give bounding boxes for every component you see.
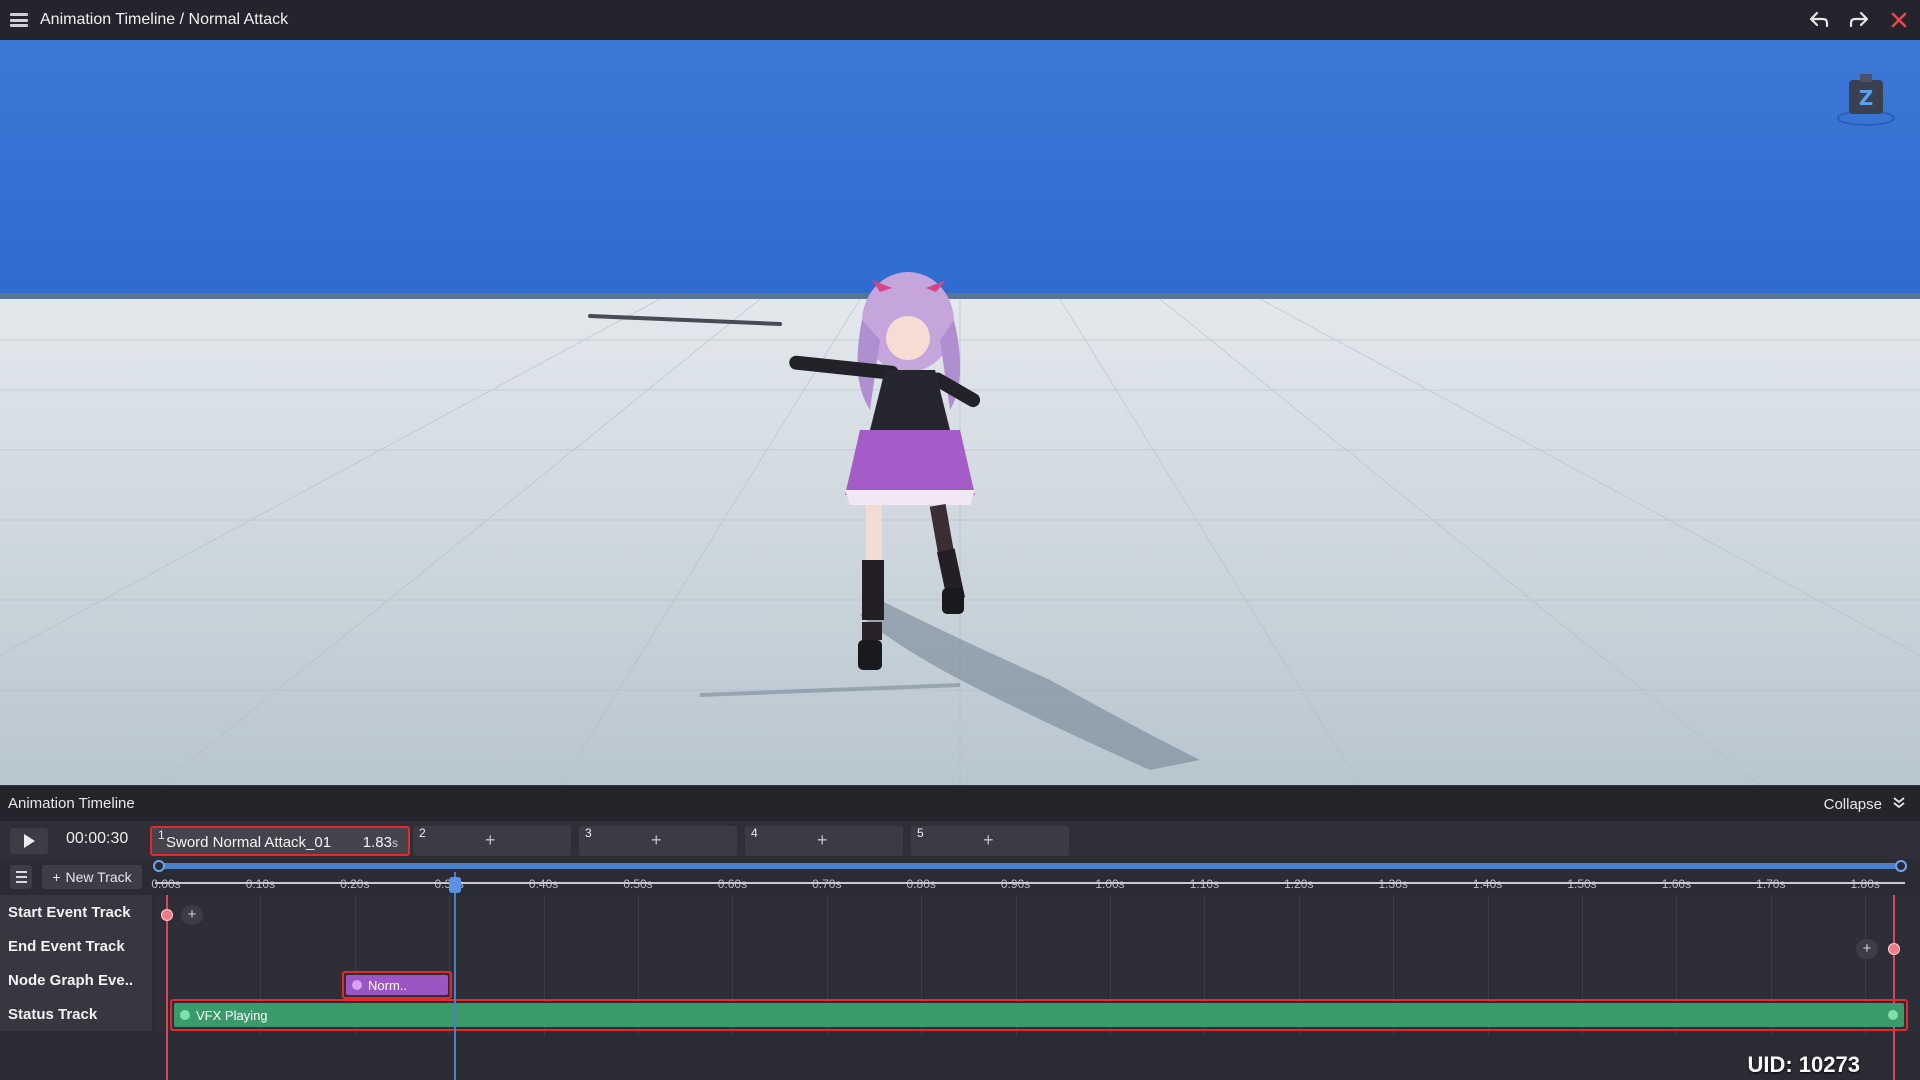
ruler-tick-label: 0.00s [151, 877, 181, 891]
svg-text:Z: Z [1859, 86, 1874, 110]
ruler-tick-label: 1.30s [1378, 877, 1408, 891]
track-area-end-event[interactable] [155, 929, 1920, 963]
track-label-end-event[interactable]: End Event Track [0, 929, 152, 963]
clip-number: 2 [419, 826, 426, 840]
ruler-tick-label: 1.70s [1756, 877, 1786, 891]
ruler-baseline [155, 882, 1905, 884]
clip-tab-5[interactable]: 5 + [911, 826, 1069, 856]
track-label-node-graph[interactable]: Node Graph Eve.. [0, 963, 152, 997]
ruler-tick-label: 0.80s [906, 877, 936, 891]
status-clip-label: VFX Playing [196, 1007, 268, 1023]
menu-icon[interactable] [10, 11, 28, 29]
ruler-tick-label: 1.80s [1850, 877, 1880, 891]
clip-tab-3[interactable]: 3 + [579, 826, 737, 856]
track-label-start-event[interactable]: Start Event Track [0, 895, 152, 929]
ruler-tick-label: 0.70s [812, 877, 842, 891]
ruler-tick-label: 0.60s [717, 877, 748, 891]
clip-number: 5 [917, 826, 924, 840]
timeline-controls-row: + New Track 0.00s0.10s0.20s0.30s0.40s0.5… [0, 859, 1920, 895]
close-icon[interactable] [1888, 9, 1910, 31]
title-bar: Animation Timeline / Normal Attack [0, 0, 1920, 40]
scene-viewport[interactable]: Z [0, 40, 1920, 785]
end-event-keyframe[interactable] [1888, 943, 1900, 955]
ruler-tick-label: 0.20s [340, 877, 370, 891]
play-button[interactable] [10, 828, 48, 854]
playhead-handle[interactable] [449, 877, 461, 893]
clip-end-handle-icon[interactable] [1888, 1010, 1898, 1020]
ruler-tick-label: 1.10s [1189, 877, 1220, 891]
ruler-tick-label: 0.50s [623, 877, 653, 891]
track-label-status[interactable]: Status Track [0, 997, 152, 1031]
collapse-label: Collapse [1823, 795, 1882, 813]
view-gizmo[interactable]: Z [1836, 70, 1896, 130]
end-marker-line [1893, 895, 1895, 1080]
ruler-tick-label: 1.00s [1095, 877, 1125, 891]
ruler-tick-label: 0.10s [245, 877, 276, 891]
add-end-event-button[interactable]: + [1856, 939, 1878, 959]
clip-tab-2[interactable]: 2 + [413, 826, 571, 856]
window-title: Animation Timeline / Normal Attack [40, 11, 289, 28]
ruler-tick-label: 1.20s [1284, 877, 1314, 891]
clip-number: 1 [158, 828, 165, 842]
track-list: Start Event Track End Event Track Node G… [0, 895, 1920, 1080]
node-graph-clip[interactable]: Norm.. [342, 971, 452, 999]
clip-duration: 1.83s [362, 834, 398, 851]
timecode: 00:00:30 [66, 830, 129, 847]
ruler-tick-label: 1.60s [1661, 877, 1692, 891]
play-icon [24, 834, 35, 848]
node-graph-clip-label: Norm.. [368, 977, 407, 993]
status-clip[interactable]: VFX Playing [170, 999, 1908, 1031]
timeline-toolbar: 00:00:30 1 Sword Normal Attack_01 1.83s … [0, 821, 1920, 859]
uid-label: UID: 10273 [1747, 1052, 1860, 1077]
add-clip-icon[interactable]: + [651, 830, 662, 851]
playhead-line [454, 872, 456, 1080]
clip-number: 3 [585, 826, 592, 840]
start-event-keyframe[interactable] [161, 909, 173, 921]
ruler-tick-label: 0.90s [1000, 877, 1031, 891]
add-start-event-button[interactable]: + [181, 905, 203, 925]
ruler-tick-label: 1.40s [1472, 877, 1503, 891]
timeline-panel-header: Animation Timeline Collapse [0, 785, 1920, 821]
redo-icon[interactable] [1848, 9, 1870, 31]
collapse-button[interactable]: Collapse [1824, 786, 1906, 822]
clip-number: 4 [751, 826, 758, 840]
panel-title: Animation Timeline [8, 795, 135, 812]
timeline-scrollbar[interactable] [153, 860, 1907, 872]
start-marker-line [166, 895, 168, 1080]
clip-tab-1[interactable]: 1 Sword Normal Attack_01 1.83s [150, 826, 410, 856]
chevron-down-icon [1892, 795, 1906, 813]
ruler-tick-label: 0.40s [528, 877, 559, 891]
add-clip-icon[interactable]: + [485, 830, 496, 851]
clip-tab-4[interactable]: 4 + [745, 826, 903, 856]
undo-icon[interactable] [1808, 9, 1830, 31]
clip-handle-icon [352, 980, 362, 990]
add-clip-icon[interactable]: + [983, 830, 994, 851]
ruler-tick-label: 1.50s [1567, 877, 1597, 891]
add-clip-icon[interactable]: + [817, 830, 828, 851]
track-area-start-event[interactable] [155, 895, 1920, 929]
clip-handle-icon [180, 1010, 190, 1020]
timeline-panel: 00:00:30 1 Sword Normal Attack_01 1.83s … [0, 821, 1920, 1080]
clip-name: Sword Normal Attack_01 [166, 834, 332, 851]
